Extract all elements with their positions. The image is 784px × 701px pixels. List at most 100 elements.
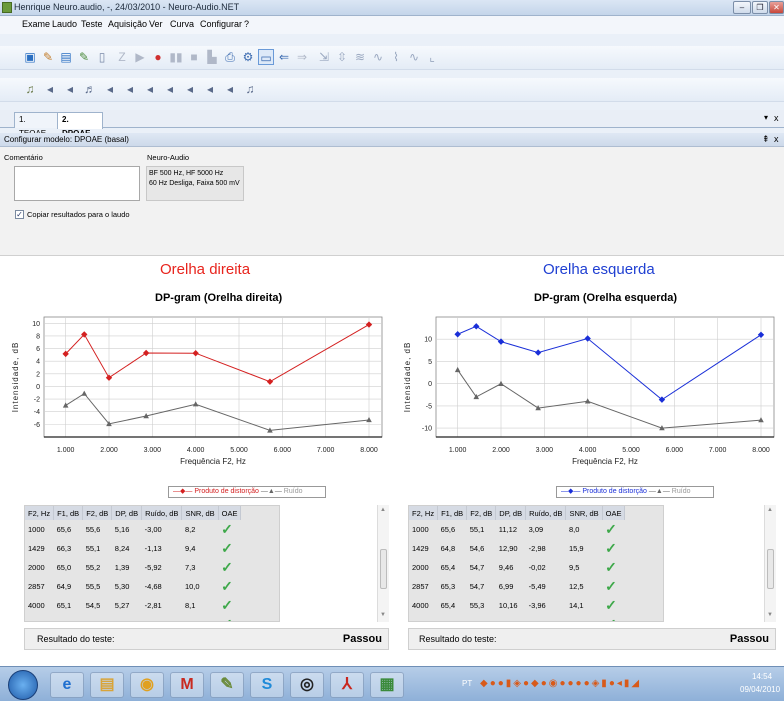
tab-close-icon[interactable]: x [774, 113, 779, 123]
menu-curva[interactable]: Curva [170, 19, 194, 29]
scroll-up-icon[interactable]: ▲ [380, 507, 386, 513]
neuro-audio-icon[interactable]: ▦ [370, 672, 404, 698]
tab-teoae[interactable]: 1. TEOAE [14, 112, 58, 138]
column-header[interactable]: F2, Hz [25, 506, 55, 520]
monitor-icon[interactable]: ▭ [258, 49, 274, 65]
language-indicator[interactable]: PT [462, 679, 472, 688]
column-header[interactable]: OAE [602, 506, 626, 520]
compare-icon[interactable]: ∿ [406, 49, 422, 65]
menu-teste[interactable]: Teste [81, 19, 103, 29]
table-row[interactable]: 4000 65,1 54,5 5,27 -2,81 8,1 ✓ [25, 596, 241, 615]
probe-icon[interactable]: ♫ [242, 81, 258, 97]
patient-icon[interactable]: ✎ [40, 49, 56, 65]
scroll-thumb[interactable] [380, 549, 387, 589]
menu-help[interactable]: ? [244, 19, 249, 29]
stop-icon[interactable]: ■ [186, 49, 202, 65]
wave-icon[interactable]: ∿ [370, 49, 386, 65]
table-row[interactable]: 2857 65,3 54,7 6,99 -5,49 12,5 ✓ [409, 577, 625, 596]
record-icon[interactable]: ● [150, 49, 166, 65]
filter-icon[interactable]: ≋ [352, 49, 368, 65]
menu-laudo[interactable]: Laudo [52, 19, 77, 29]
table-row[interactable]: 2000 65,0 55,2 1,39 -5,92 7,3 ✓ [25, 558, 241, 577]
measure-icon[interactable]: ⌞ [424, 49, 440, 65]
column-header[interactable]: F1, dB [53, 506, 84, 520]
column-header[interactable]: F2, Hz [409, 506, 439, 520]
tab-dpoae[interactable]: 2. DPOAE [57, 112, 103, 138]
back-arrow-icon[interactable]: ⇐ [276, 49, 292, 65]
table-row[interactable]: 2857 64,9 55,5 5,30 -4,68 10,0 ✓ [25, 577, 241, 596]
pin-icon[interactable]: ⇞ [762, 134, 770, 145]
column-header[interactable]: F2, dB [466, 506, 497, 520]
document-icon[interactable]: ▯ [94, 49, 110, 65]
speaker-8-icon[interactable]: ◂ [202, 81, 218, 97]
report-icon[interactable]: ✎ [76, 49, 92, 65]
play-icon[interactable]: ▶ [132, 49, 148, 65]
table-row[interactable]: 1429 64,8 54,6 12,90 -2,98 15,9 ✓ [409, 539, 625, 558]
settings-icon[interactable]: ⚙ [240, 49, 256, 65]
stimulus-icon[interactable]: ♫ [22, 81, 38, 97]
scroll-up-icon[interactable]: ▲ [767, 507, 773, 513]
new-exam-icon[interactable]: ▣ [22, 49, 38, 65]
menu-ver[interactable]: Ver [149, 19, 163, 29]
column-header[interactable]: F2, dB [82, 506, 113, 520]
zoom-icon[interactable]: Z [114, 49, 130, 65]
table-row[interactable]: 1000 65,6 55,6 5,16 -3,00 8,2 ✓ [25, 520, 241, 539]
scroll-thumb[interactable] [767, 549, 774, 589]
column-header[interactable]: DP, dB [495, 506, 527, 520]
cursor-b-icon[interactable]: ⇳ [334, 49, 350, 65]
table-row[interactable]: 571464,555,8-3,59-10,006,4✓ [409, 615, 625, 621]
speaker-4-icon[interactable]: ◂ [122, 81, 138, 97]
cursor-a-icon[interactable]: ⇲ [316, 49, 332, 65]
open-icon[interactable]: ▤ [58, 49, 74, 65]
speaker-3-icon[interactable]: ◂ [102, 81, 118, 97]
close-button[interactable]: ✕ [769, 1, 784, 14]
pdf-reader-icon[interactable]: ⅄ [330, 672, 364, 698]
column-header[interactable]: Ruído, dB [525, 506, 567, 520]
scroll-down-icon[interactable]: ▼ [767, 612, 773, 618]
column-header[interactable]: OAE [218, 506, 242, 520]
speaker-2-icon[interactable]: ◂ [62, 81, 78, 97]
headphones-icon[interactable]: ♬ [82, 81, 98, 97]
scroll-down-icon[interactable]: ▼ [380, 612, 386, 618]
column-header[interactable]: SNR, dB [181, 506, 219, 520]
right-table-scrollbar[interactable]: ▲ ▼ [377, 505, 389, 622]
table-row[interactable]: 2000 65,4 54,7 9,46 -0,02 9,5 ✓ [409, 558, 625, 577]
minimize-button[interactable]: – [733, 1, 751, 14]
print-icon[interactable]: ⎙ [222, 49, 238, 65]
internet-explorer-icon[interactable]: e [50, 672, 84, 698]
speaker-9-icon[interactable]: ◂ [222, 81, 238, 97]
speaker-7-icon[interactable]: ◂ [182, 81, 198, 97]
chrome-icon[interactable]: ◉ [130, 672, 164, 698]
marker-icon[interactable]: ▙ [204, 49, 220, 65]
column-header[interactable]: SNR, dB [565, 506, 603, 520]
copy-results-checkbox[interactable]: ✓ [15, 210, 24, 219]
panel-close-icon[interactable]: x [774, 134, 779, 144]
column-header[interactable]: F1, dB [437, 506, 468, 520]
notes-icon[interactable]: ✎ [210, 672, 244, 698]
spectrum-icon[interactable]: ⌇ [388, 49, 404, 65]
menu-exame[interactable]: Exame [22, 19, 50, 29]
speaker-1-icon[interactable]: ◂ [42, 81, 58, 97]
start-orb-icon[interactable] [8, 670, 38, 700]
forward-arrow-icon[interactable]: ⇒ [294, 49, 310, 65]
pause-icon[interactable]: ▮▮ [168, 49, 184, 65]
column-header[interactable]: Ruído, dB [141, 506, 183, 520]
comment-textarea[interactable] [14, 166, 140, 201]
table-row[interactable]: 1000 65,6 55,1 11,12 3,09 8,0 ✓ [409, 520, 625, 539]
gmail-icon[interactable]: M [170, 672, 204, 698]
speaker-6-icon[interactable]: ◂ [162, 81, 178, 97]
speaker-5-icon[interactable]: ◂ [142, 81, 158, 97]
table-row[interactable]: 571465,455,50,76-6,957,7✓ [25, 615, 241, 621]
column-header[interactable]: DP, dB [111, 506, 143, 520]
tab-list-dropdown-icon[interactable]: ▾ [764, 113, 768, 122]
table-row[interactable]: 1429 66,3 55,1 8,24 -1,13 9,4 ✓ [25, 539, 241, 558]
table-row[interactable]: 4000 65,4 55,3 10,16 -3,96 14,1 ✓ [409, 596, 625, 615]
menu-aquisicao[interactable]: Aquisição [108, 19, 147, 29]
audio-app-icon[interactable]: ◎ [290, 672, 324, 698]
menu-configurar[interactable]: Configurar [200, 19, 242, 29]
clock-date[interactable]: 09/04/2010 [740, 685, 780, 694]
left-table-scrollbar[interactable]: ▲ ▼ [764, 505, 776, 622]
file-explorer-icon[interactable]: ▤ [90, 672, 124, 698]
skype-icon[interactable]: S [250, 672, 284, 698]
maximize-button[interactable]: ❐ [752, 1, 768, 14]
